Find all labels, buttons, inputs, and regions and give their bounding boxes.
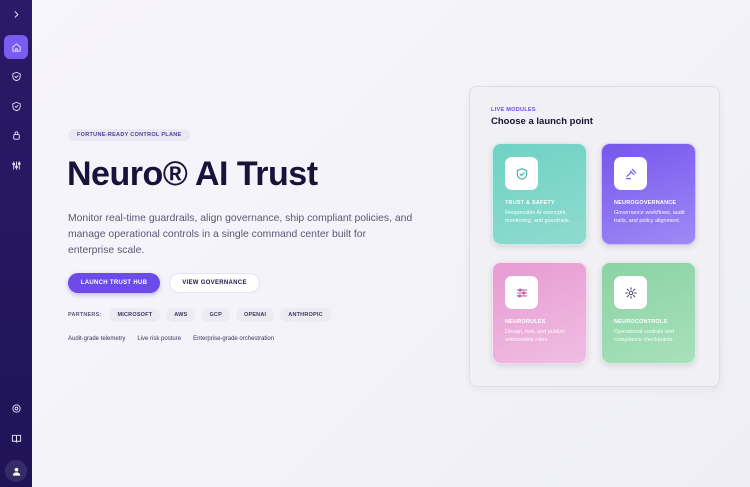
- module-card-description: Governance workflows, audit trails, and …: [614, 210, 685, 224]
- partners-row: PARTNERS: MICROSOFT AWS GCP OPENAI ANTHR…: [68, 308, 331, 322]
- module-card-neurocontrols[interactable]: NEUROCONTROLS Operational controls and c…: [601, 262, 696, 364]
- feature-list: Audit-grade telemetry Live risk posture …: [68, 336, 274, 342]
- module-card-description: Operational controls and compliance chec…: [614, 329, 674, 343]
- sidebar-item-home[interactable]: [4, 35, 28, 59]
- module-card-title: NEUROGOVERNANCE: [614, 200, 677, 206]
- hero-description: Monitor real-time guardrails, align gove…: [68, 213, 413, 256]
- gavel-icon: [625, 168, 636, 179]
- feature-item: Live risk posture: [137, 336, 182, 342]
- sidebar-item-security[interactable]: [4, 123, 28, 147]
- expand-sidebar-button[interactable]: [4, 2, 28, 26]
- module-icon-tile: [505, 276, 538, 309]
- module-card-description: Design, test, and publish enforceable ru…: [505, 329, 566, 343]
- sidebar-item-settings[interactable]: [4, 396, 28, 420]
- module-icon-tile: [614, 157, 647, 190]
- sidebar: [0, 0, 32, 487]
- gear-icon: [624, 286, 637, 299]
- module-card-neurogovernance[interactable]: NEUROGOVERNANCE Governance workflows, au…: [601, 143, 696, 245]
- module-card-title: TRUST & SAFETY: [505, 200, 555, 206]
- modules-kicker: LIVE MODULES: [491, 107, 536, 113]
- hero-chip: FORTUNE-READY CONTROL PLANE: [68, 129, 191, 141]
- module-card-description: Responsible AI oversight, monitoring, an…: [505, 210, 571, 224]
- module-card-trust-safety[interactable]: TRUST & SAFETY Responsible AI oversight,…: [492, 143, 587, 245]
- partner-chip-anthropic: ANTHROPIC: [280, 308, 331, 322]
- module-card-title: NEUROCONTROLS: [614, 319, 668, 325]
- chevron-right-icon: [14, 10, 18, 18]
- modules-title: Choose a launch point: [491, 116, 593, 127]
- home-icon: [11, 42, 21, 52]
- feature-item: Audit-grade telemetry: [68, 336, 126, 342]
- module-card-title: NEURORULES: [505, 319, 546, 325]
- shield-check-icon: [516, 167, 527, 180]
- user-icon: [12, 467, 20, 476]
- profile-avatar[interactable]: [5, 460, 27, 482]
- partner-chip-aws: AWS: [166, 308, 196, 322]
- gear-icon: [11, 403, 21, 413]
- shield-check-icon: [11, 71, 21, 81]
- page-title: Neuro® AI Trust: [67, 155, 318, 193]
- sidebar-item-docs[interactable]: [4, 426, 28, 450]
- sidebar-item-trust-safety[interactable]: [4, 64, 28, 88]
- partners-label: PARTNERS:: [68, 312, 102, 318]
- module-card-neurorules[interactable]: NEURORULES Design, test, and publish enf…: [492, 262, 587, 364]
- sidebar-item-governance[interactable]: [4, 94, 28, 118]
- module-icon-tile: [505, 157, 538, 190]
- sliders-icon: [516, 288, 527, 297]
- sidebar-item-controls[interactable]: [4, 153, 28, 177]
- launch-trust-hub-button[interactable]: LAUNCH TRUST HUB: [68, 273, 160, 293]
- lock-icon: [12, 130, 20, 140]
- view-governance-button[interactable]: VIEW GOVERNANCE: [169, 273, 260, 293]
- partner-chip-gcp: GCP: [201, 308, 230, 322]
- shield-icon: [11, 101, 21, 111]
- partner-chip-microsoft: MICROSOFT: [109, 308, 161, 322]
- feature-item: Enterprise-grade orchestration: [193, 336, 275, 342]
- module-icon-tile: [614, 276, 647, 309]
- sliders-icon: [11, 160, 21, 170]
- book-icon: [11, 434, 21, 443]
- partner-chip-openai: OPENAI: [235, 308, 275, 322]
